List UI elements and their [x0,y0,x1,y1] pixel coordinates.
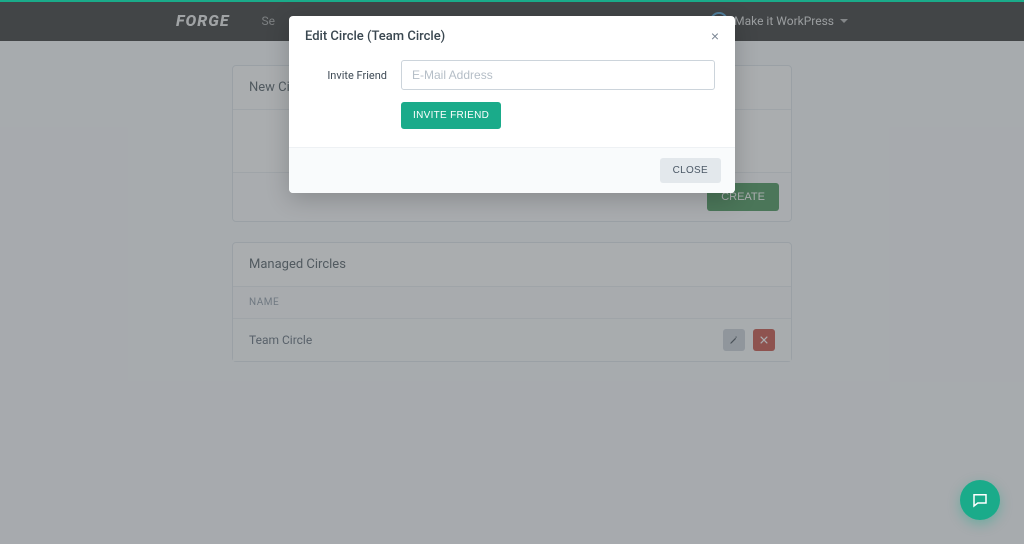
invite-friend-button[interactable]: INVITE FRIEND [401,102,501,129]
invite-friend-label: Invite Friend [309,69,387,82]
top-accent-line [0,0,1024,2]
help-fab[interactable] [960,480,1000,520]
edit-circle-modal: Edit Circle (Team Circle) × Invite Frien… [289,16,735,193]
email-field[interactable] [401,60,715,90]
close-button[interactable]: CLOSE [660,158,721,183]
modal-title: Edit Circle (Team Circle) [305,29,445,44]
chat-icon [971,491,989,509]
modal-close-x[interactable]: × [711,28,719,44]
